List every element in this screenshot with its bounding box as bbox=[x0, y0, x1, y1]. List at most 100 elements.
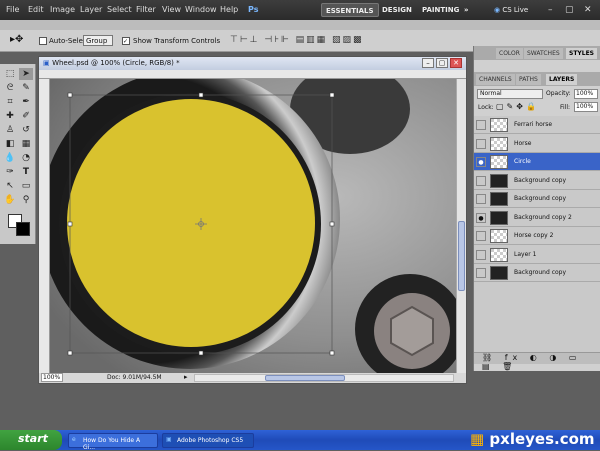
path-select-tool-icon[interactable]: ↖ bbox=[3, 180, 17, 192]
clone-stamp-tool-icon[interactable]: ♙ bbox=[3, 124, 17, 136]
close-icon[interactable]: ✕ bbox=[584, 5, 592, 15]
shape-tool-icon[interactable]: ▭ bbox=[19, 180, 33, 192]
type-tool-icon[interactable]: T bbox=[19, 166, 33, 178]
doc-info: Doc: 9.01M/94.5M bbox=[107, 374, 162, 381]
layer-row[interactable]: Horse copy 2 bbox=[474, 227, 600, 245]
eye-hidden-icon[interactable] bbox=[476, 249, 486, 260]
layer-thumbnail bbox=[490, 210, 508, 225]
transform-handle bbox=[198, 92, 204, 98]
workspace-painting[interactable]: PAINTING bbox=[418, 3, 463, 17]
layer-row[interactable]: Horse bbox=[474, 134, 600, 153]
eyedropper-tool-icon[interactable]: ✒ bbox=[19, 96, 33, 108]
tab-paths[interactable]: PATHS bbox=[516, 74, 541, 85]
lock-icons[interactable]: ▢✎✥🔒 bbox=[496, 102, 539, 111]
brush-tool-icon[interactable]: ✐ bbox=[19, 110, 33, 122]
zoom-tool-icon[interactable]: ⚲ bbox=[19, 194, 33, 206]
layer-row[interactable]: Background copy bbox=[474, 190, 600, 208]
fill-field[interactable]: 100% bbox=[574, 102, 598, 112]
task-browser[interactable]: e How Do You Hide A Gi... bbox=[68, 433, 158, 451]
history-brush-tool-icon[interactable]: ↺ bbox=[19, 124, 33, 136]
hand-tool-icon[interactable]: ✋ bbox=[3, 194, 17, 206]
zoom-field[interactable]: 100% bbox=[41, 373, 63, 382]
menu-help[interactable]: Help bbox=[220, 5, 238, 14]
auto-select-checkbox[interactable] bbox=[39, 37, 47, 45]
dodge-tool-icon[interactable]: ◔ bbox=[19, 152, 33, 164]
start-button[interactable]: start bbox=[0, 430, 62, 450]
lasso-tool-icon[interactable]: ᘓ bbox=[3, 82, 17, 94]
vertical-scroll-thumb[interactable] bbox=[458, 221, 465, 291]
restore-icon[interactable]: ▢ bbox=[565, 5, 574, 15]
eraser-tool-icon[interactable]: ◧ bbox=[3, 138, 17, 150]
ie-icon: e bbox=[72, 436, 76, 443]
transform-handle bbox=[329, 92, 335, 98]
menu-edit[interactable]: Edit bbox=[28, 5, 44, 14]
transform-checkbox[interactable]: ✓ bbox=[122, 37, 130, 45]
menu-filter[interactable]: Filter bbox=[136, 5, 156, 14]
transform-label: Show Transform Controls bbox=[133, 37, 221, 45]
layers-list: Ferrari horse Horse ● Circle Background copy… bbox=[474, 116, 600, 352]
doc-close-icon[interactable]: ✕ bbox=[450, 58, 462, 68]
workspace-more-button[interactable]: » bbox=[460, 3, 473, 17]
horizontal-scrollbar[interactable] bbox=[194, 374, 454, 382]
blend-mode-dropdown[interactable]: Normal bbox=[477, 89, 543, 99]
layer-row[interactable]: Background copy bbox=[474, 171, 600, 190]
quick-select-tool-icon[interactable]: ✎ bbox=[19, 82, 33, 94]
horizontal-scroll-thumb[interactable] bbox=[265, 375, 345, 381]
workspace-essentials[interactable]: ESSENTIALS bbox=[321, 3, 379, 17]
blur-tool-icon[interactable]: 💧 bbox=[3, 152, 17, 164]
tab-swatches[interactable]: SWATCHES bbox=[524, 48, 563, 59]
eye-hidden-icon[interactable] bbox=[476, 175, 486, 186]
lock-label: Lock: bbox=[478, 104, 494, 111]
move-tool-icon[interactable]: ▸✥ bbox=[10, 34, 23, 45]
menu-image[interactable]: Image bbox=[50, 5, 75, 14]
tab-layers[interactable]: LAYERS bbox=[546, 74, 578, 85]
layer-row[interactable]: ● Background copy 2 bbox=[474, 208, 600, 227]
layer-row[interactable]: Ferrari horse bbox=[474, 116, 600, 134]
auto-select-dropdown[interactable]: Group bbox=[83, 35, 113, 46]
menu-select[interactable]: Select bbox=[107, 5, 132, 14]
tab-styles[interactable]: STYLES bbox=[566, 48, 598, 59]
opacity-field[interactable]: 100% bbox=[574, 89, 598, 99]
layer-row[interactable]: ● Circle bbox=[474, 153, 600, 171]
marquee-tool-icon[interactable]: ⬚ bbox=[3, 68, 17, 80]
layer-row[interactable]: Background copy bbox=[474, 264, 600, 282]
eye-hidden-icon[interactable] bbox=[476, 120, 486, 130]
layer-panel-tabs: CHANNELS PATHS LAYERS bbox=[474, 72, 600, 86]
eye-hidden-icon[interactable] bbox=[476, 231, 486, 241]
doc-minimize-icon[interactable]: – bbox=[422, 58, 434, 68]
doc-restore-icon[interactable]: ▢ bbox=[436, 58, 448, 68]
menu-view[interactable]: View bbox=[162, 5, 181, 14]
tab-color[interactable]: COLOR bbox=[496, 48, 523, 59]
vertical-ruler bbox=[39, 79, 50, 373]
task-photoshop-label: Adobe Photoshop CS5 bbox=[177, 437, 244, 444]
background-color-swatch[interactable] bbox=[16, 222, 30, 236]
layer-name: Background copy bbox=[514, 195, 567, 202]
eye-hidden-icon[interactable] bbox=[476, 194, 486, 204]
layer-row[interactable]: Layer 1 bbox=[474, 245, 600, 264]
minimize-icon[interactable]: – bbox=[548, 5, 553, 15]
healing-tool-icon[interactable]: ✚ bbox=[3, 110, 17, 122]
canvas[interactable] bbox=[50, 79, 456, 373]
layer-actions-bar[interactable]: ⛓ fx ◐ ◑ ▭ ▤ 🗑 bbox=[474, 352, 600, 371]
eye-hidden-icon[interactable] bbox=[476, 138, 486, 149]
align-icons[interactable]: ⊤⊢⊥ ⊣⊦⊩ ▤▥▦ ▧▨▩ bbox=[230, 35, 364, 45]
eye-hidden-icon[interactable] bbox=[476, 268, 486, 278]
move-tool-icon[interactable]: ➤ bbox=[19, 68, 33, 80]
eye-icon[interactable]: ● bbox=[476, 212, 486, 223]
menu-file[interactable]: File bbox=[6, 5, 19, 14]
transform-handle bbox=[329, 350, 335, 356]
eye-icon[interactable]: ● bbox=[476, 157, 486, 167]
workspace-design[interactable]: DESIGN bbox=[378, 3, 416, 17]
yellow-circle[interactable] bbox=[67, 99, 315, 347]
menu-window[interactable]: Window bbox=[185, 5, 217, 14]
crop-tool-icon[interactable]: ⌗ bbox=[3, 96, 17, 108]
transform-handle bbox=[67, 350, 73, 356]
vertical-scrollbar[interactable] bbox=[456, 79, 466, 373]
pen-tool-icon[interactable]: ✑ bbox=[3, 166, 17, 178]
status-menu-arrow-icon[interactable]: ▸ bbox=[184, 373, 188, 381]
tab-channels[interactable]: CHANNELS bbox=[476, 74, 515, 85]
menu-layer[interactable]: Layer bbox=[80, 5, 102, 14]
cs-live-button[interactable]: ◉ CS Live bbox=[490, 3, 532, 17]
task-photoshop[interactable]: ▣ Adobe Photoshop CS5 bbox=[162, 433, 254, 448]
gradient-tool-icon[interactable]: ▦ bbox=[19, 138, 33, 150]
